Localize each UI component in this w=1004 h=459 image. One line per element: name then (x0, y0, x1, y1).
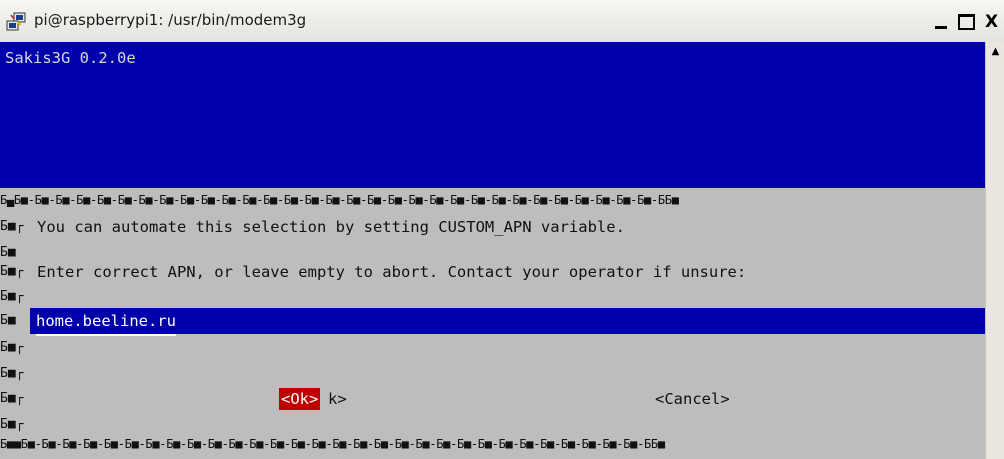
apn-input-value: home.beeline.ru (36, 308, 176, 336)
title-bar[interactable]: pi@raspberrypi1: /usr/bin/modem3g X (0, 0, 1004, 43)
window-title: pi@raspberrypi1: /usr/bin/modem3g (34, 11, 307, 29)
terminal-area[interactable]: Sakis3G 0.2.0e Б▄Б■-Б■-Б■-Б■-Б■-Б■-Б■-Б■… (0, 42, 985, 459)
backdrop: Sakis3G 0.2.0e (0, 42, 985, 188)
cancel-button[interactable]: <Cancel> (655, 388, 730, 410)
ok-button[interactable]: <Ok> (279, 388, 321, 410)
dialog-edge: Б■┌ (0, 264, 24, 279)
dialog-edge: Б■┌ (0, 219, 24, 234)
maximize-button[interactable] (953, 10, 979, 34)
dialog-border-top: Б▄Б■-Б■-Б■-Б■-Б■-Б■-Б■-Б■-Б■-Б■-Б■-Б■-Б■… (0, 193, 679, 207)
ok-button-tail: k> (328, 390, 347, 408)
apn-dialog: Б▄Б■-Б■-Б■-Б■-Б■-Б■-Б■-Б■-Б■-Б■-Б■-Б■-Б■… (0, 188, 985, 459)
dialog-edge: Б■┌ (0, 289, 24, 304)
dialog-message-1: You can automate this selection by setti… (37, 218, 625, 236)
backtitle: Sakis3G 0.2.0e (5, 49, 136, 67)
minimize-button[interactable] (928, 10, 953, 34)
dialog-edge: Б■┌ (0, 366, 24, 381)
dialog-edge: Б■┌ (0, 417, 24, 432)
close-button[interactable]: X (979, 10, 1004, 34)
putty-icon (6, 12, 26, 31)
dialog-border-bottom: Б■■Б■-Б■-Б■-Б■-Б■-Б■-Б■-Б■-Б■-Б■-Б■-Б■-Б… (0, 437, 665, 451)
dialog-edge: Б■┌ (0, 391, 24, 406)
dialog-edge: Б■ (0, 313, 16, 328)
window-controls: X (928, 10, 1004, 34)
dialog-message-2: Enter correct APN, or leave empty to abo… (37, 263, 747, 281)
putty-window: pi@raspberrypi1: /usr/bin/modem3g X Saki… (0, 0, 1004, 459)
vertical-scrollbar[interactable]: ▲ (985, 42, 1004, 459)
minimize-icon (934, 25, 947, 29)
maximize-icon (957, 14, 975, 30)
dialog-edge: Б■┌ (0, 340, 24, 355)
apn-input[interactable]: home.beeline.ru (30, 308, 985, 336)
scroll-up-arrow-icon[interactable]: ▲ (986, 42, 1004, 61)
